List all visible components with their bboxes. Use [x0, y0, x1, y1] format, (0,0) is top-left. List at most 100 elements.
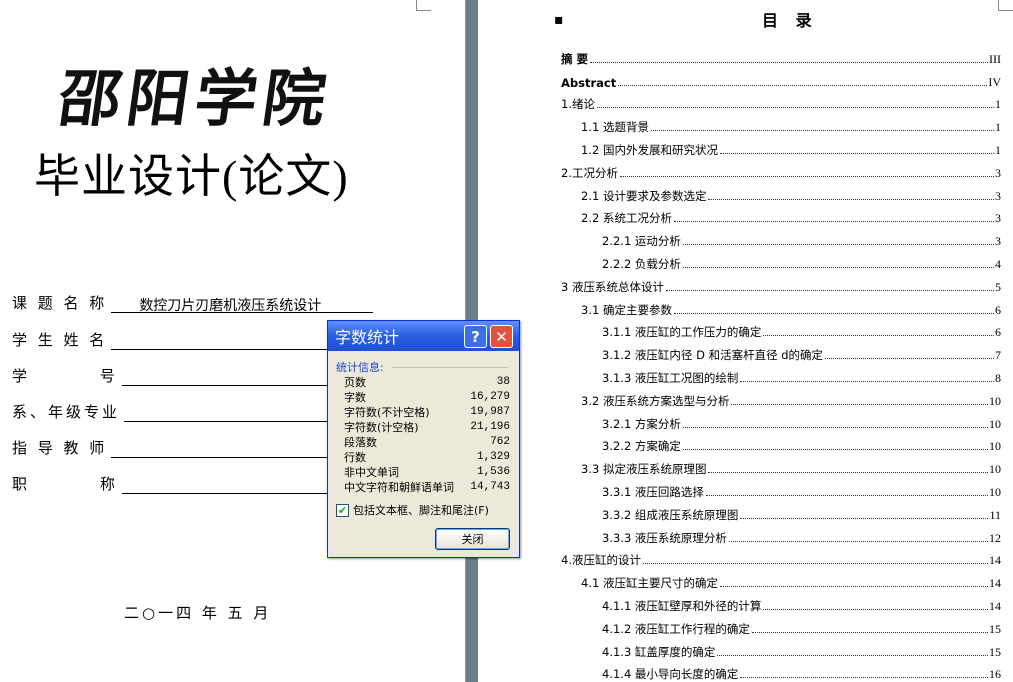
toc-page-number: 10 — [989, 393, 1001, 409]
stat-row: 中文字符和朝鲜语单词 14,743 — [344, 480, 510, 495]
toc-dot-leader — [642, 563, 988, 565]
toc-page-number: 1 — [995, 142, 1001, 158]
toc-entry[interactable]: 3.2.2 方案确定 10 — [561, 432, 1001, 455]
toc-entry[interactable]: 3.3.3 液压系统原理分析 12 — [561, 523, 1001, 546]
stat-row: 非中文单词 1,536 — [344, 465, 510, 480]
toc-entry[interactable]: 4.1.2 液压缸工作行程的确定 15 — [561, 614, 1001, 637]
toc-dot-leader — [682, 266, 994, 268]
page-corner-mark — [416, 0, 431, 11]
toc-entry[interactable]: 3.1.2 液压缸内径 D 和活塞杆直径 d的确定 7 — [561, 340, 1001, 364]
cover-field-label: 指 导 教 师 — [12, 439, 108, 457]
toc-page-number: IV — [988, 74, 1001, 90]
school-logo-calligraphy: 邵阳学院 — [54, 62, 337, 135]
toc-entry-text: 2.1 设计要求及参数选定 — [581, 187, 708, 204]
toc-dot-leader — [740, 517, 989, 519]
toc-page-number: 14 — [989, 576, 1001, 592]
toc-dot-leader — [825, 358, 994, 360]
toc-page-number: 10 — [989, 484, 1001, 500]
cover-field-label: 学 号 — [12, 367, 118, 385]
toc-entry-text: 4.1.2 液压缸工作行程的确定 — [602, 620, 751, 637]
dialog-title: 字数统计 — [335, 328, 400, 347]
toc-dot-leader — [708, 198, 994, 200]
stat-row: 字数 16,279 — [344, 390, 510, 405]
toc-page-number: 6 — [995, 325, 1001, 341]
toc-page-number: 15 — [989, 621, 1001, 637]
cover-field-label: 课 题 名 称 — [12, 294, 108, 312]
toc-dot-leader — [708, 472, 988, 474]
toc-page-number: 7 — [995, 348, 1001, 364]
toc-page-number: 3 — [995, 165, 1001, 181]
toc-page-number: 14 — [989, 553, 1001, 569]
toc-dot-leader — [731, 403, 988, 405]
toc-entry[interactable]: 1.1 选题背景 1 — [561, 112, 1001, 136]
toc-entry[interactable]: 2.2.1 运动分析 3 — [561, 226, 1001, 250]
toc-entry[interactable]: Abstract IV — [561, 67, 1001, 90]
toc-entry-text: 3.3 拟定液压系统原理图 — [581, 461, 708, 478]
toc-page-number: 6 — [995, 302, 1001, 318]
close-button[interactable]: 关闭 — [435, 528, 510, 550]
dialog-titlebar[interactable]: 字数统计 ? ✕ — [328, 321, 519, 351]
toc-entry-text: 4.1.1 液压缸壁厚和外径的计算 — [602, 597, 763, 614]
toc-entry-text: 3.1.3 液压缸工况图的绘制 — [602, 369, 740, 386]
toc-entry[interactable]: 4.1 液压缸主要尺寸的确定 14 — [561, 568, 1001, 592]
stats-group-label: 统计信息: — [336, 361, 384, 374]
stat-label: 字符数(不计空格) — [344, 406, 430, 419]
toc-entry[interactable]: 3.3.1 液压回路选择 10 — [561, 477, 1001, 500]
toc-page-number: 8 — [995, 370, 1001, 386]
toc-page-number: 11 — [989, 507, 1001, 523]
cover-date: 二○一四 年 五 月 — [124, 604, 272, 622]
toc-entry[interactable]: 4.液压缸的设计 14 — [561, 546, 1001, 569]
toc-entry[interactable]: 3.2 液压系统方案选型与分析 10 — [561, 386, 1001, 409]
toc-entry[interactable]: 摘 要 III — [561, 44, 1001, 67]
toc-entry[interactable]: 3.1.3 液压缸工况图的绘制 8 — [561, 363, 1001, 386]
toc-entry[interactable]: 3.3 拟定液压系统原理图 10 — [561, 454, 1001, 478]
stat-label: 非中文单词 — [344, 466, 399, 479]
toc-dot-leader — [751, 631, 988, 633]
toc-dot-leader — [682, 244, 994, 246]
include-textbox-checkbox[interactable]: ✔ 包括文本框、脚注和尾注(F) — [336, 502, 489, 518]
stat-row: 行数 1,329 — [344, 450, 510, 465]
toc-entry[interactable]: 4.1.3 缸盖厚度的确定 15 — [561, 637, 1001, 660]
toc-entry[interactable]: 3.3.2 组成液压系统原理图 11 — [561, 500, 1001, 523]
stat-value: 38 — [496, 376, 510, 388]
toc-entry[interactable]: 2.1 设计要求及参数选定 3 — [561, 181, 1001, 204]
stat-label: 页数 — [344, 376, 366, 389]
toc-entry[interactable]: 2.2.2 负载分析 4 — [561, 249, 1001, 272]
toc-dot-leader — [740, 677, 988, 679]
checkbox-check-icon[interactable]: ✔ — [336, 503, 349, 517]
stat-row: 字符数(计空格) 21,196 — [344, 420, 510, 435]
toc-dot-leader — [682, 449, 988, 451]
toc-entry-text: 4.1.3 缸盖厚度的确定 — [602, 643, 717, 660]
toc-entry[interactable]: 3.1 确定主要参数 6 — [561, 295, 1001, 318]
cover-field-label: 职 称 — [12, 475, 118, 493]
toc-page-number: 3 — [995, 211, 1001, 227]
toc-entry[interactable]: 2.工况分析 3 — [561, 158, 1001, 181]
toc-entry-text: 3.2.1 方案分析 — [602, 415, 682, 432]
toc-entry[interactable]: 2.2 系统工况分析 3 — [561, 204, 1001, 227]
toc-entry[interactable]: 3.1.1 液压缸的工作压力的确定 6 — [561, 318, 1001, 341]
toc-dot-leader — [763, 608, 988, 610]
toc-entry[interactable]: 3 液压系统总体设计 5 — [561, 272, 1001, 295]
close-x-button[interactable]: ✕ — [490, 325, 513, 348]
toc-entry-text: 4.1.4 最小导向长度的确定 — [602, 666, 740, 682]
stat-value: 762 — [490, 436, 510, 448]
stat-value: 16,279 — [470, 391, 510, 403]
toc-page-number: 4 — [995, 256, 1001, 272]
toc-entry-text: 3.1.1 液压缸的工作压力的确定 — [602, 324, 763, 341]
toc-dot-leader — [719, 586, 988, 588]
toc-entry[interactable]: 3.2.1 方案分析 10 — [561, 409, 1001, 432]
toc-entry[interactable]: 1.2 国内外发展和研究状况 1 — [561, 135, 1001, 158]
toc-page-number: 14 — [989, 598, 1001, 614]
toc-entry-text: 3.1 确定主要参数 — [581, 301, 673, 318]
toc-dot-leader — [705, 494, 988, 496]
toc-entry[interactable]: 4.1.1 液压缸壁厚和外径的计算 14 — [561, 591, 1001, 614]
toc-page-number: 12 — [989, 530, 1001, 546]
help-button[interactable]: ? — [464, 325, 487, 348]
toc-entry[interactable]: 1.绪论 1 — [561, 90, 1001, 113]
toc-entry[interactable]: 4.1.4 最小导向长度的确定 16 — [561, 660, 1001, 682]
stat-label: 段落数 — [344, 436, 377, 449]
toc-page-number: 10 — [989, 416, 1001, 432]
toc-page-number: 10 — [989, 439, 1001, 455]
toc-entry-text: 3 液压系统总体设计 — [561, 278, 665, 295]
toc-entry-text: 4.1 液压缸主要尺寸的确定 — [581, 575, 719, 592]
